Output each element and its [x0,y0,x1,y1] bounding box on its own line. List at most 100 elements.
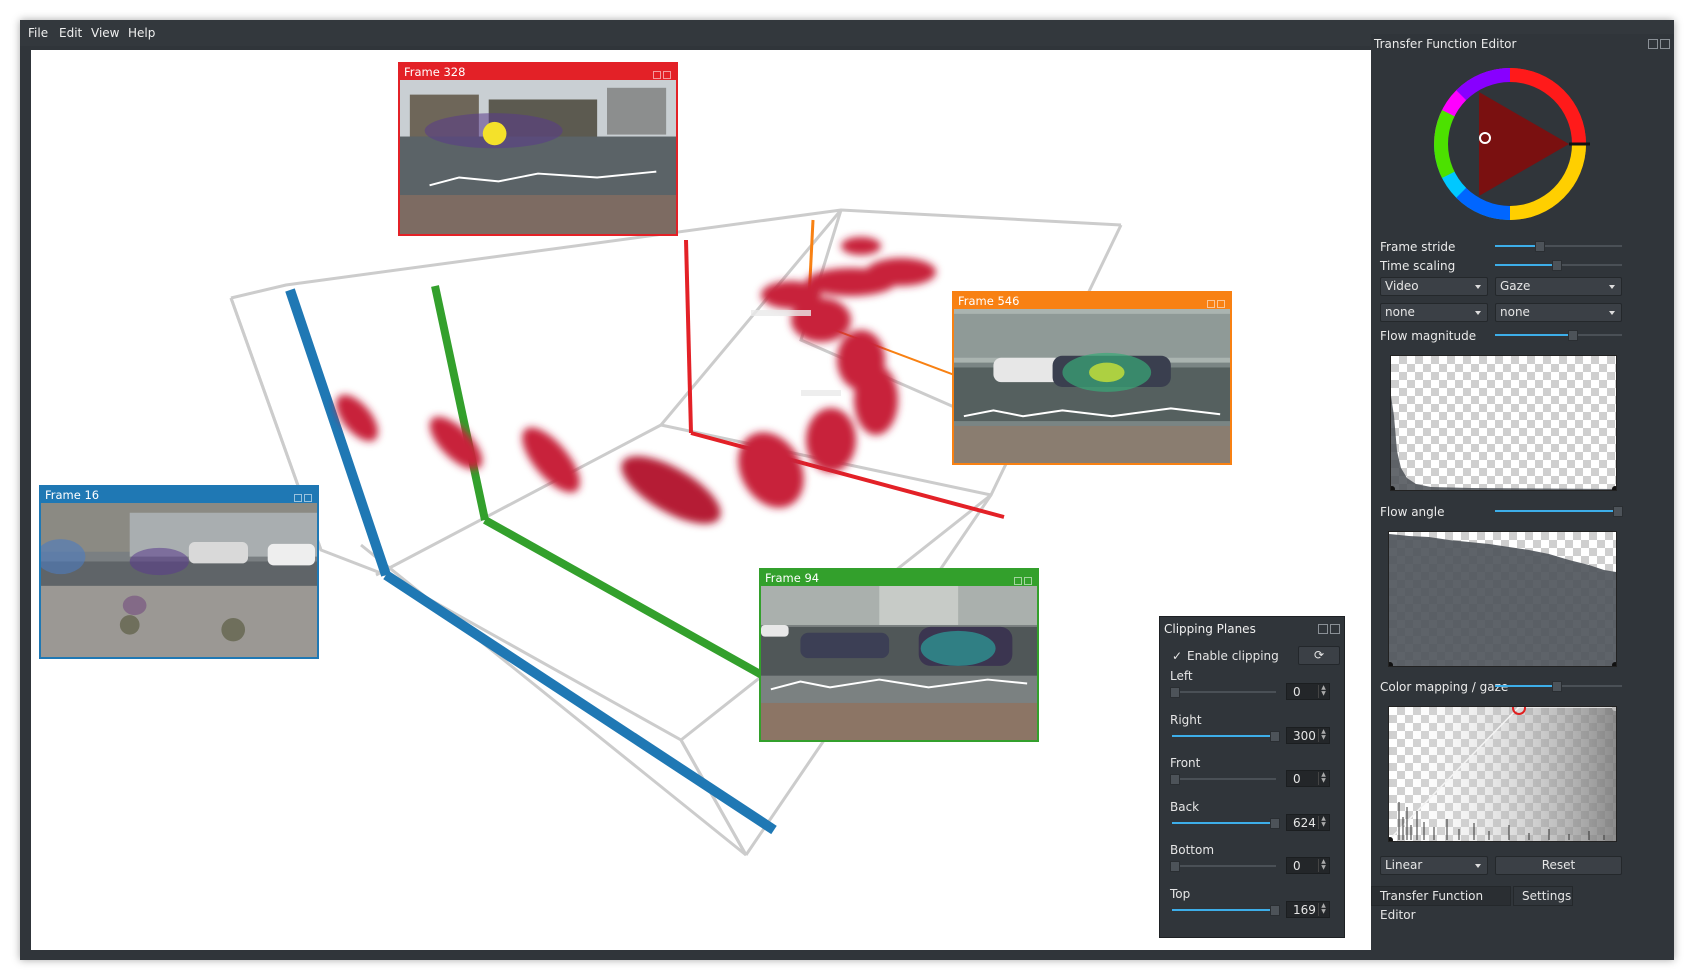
channel-select-1[interactable]: Video [1380,277,1488,296]
flow-angle-slider[interactable] [1495,506,1623,517]
frame-title-bar[interactable]: Frame 546 [954,293,1230,309]
enable-clipping-checkbox[interactable]: ✓ Enable clipping [1172,649,1279,663]
spin-arrows-icon[interactable]: ▲ ▼ [1318,815,1328,829]
float-icon[interactable] [1207,300,1215,308]
float-icon[interactable] [1648,39,1658,49]
frame-window-94[interactable]: Frame 94 [759,568,1039,742]
clip-row-front: Front 0 ▲ ▼ [1170,756,1340,800]
menu-edit[interactable]: Edit [59,26,82,40]
tab-settings[interactable]: Settings [1513,886,1573,906]
window-buttons [1012,573,1034,585]
slider-handle[interactable] [1551,681,1562,692]
frame-title-bar[interactable]: Frame 328 [400,64,676,80]
menu-help[interactable]: Help [128,26,155,40]
chevron-down-icon [1609,311,1615,315]
clip-slider[interactable] [1172,904,1280,916]
spin-arrows-icon[interactable]: ▲ ▼ [1318,902,1328,916]
clip-spinbox[interactable]: 624 ▲ ▼ [1286,813,1330,831]
slider-handle[interactable] [1612,506,1623,517]
slider-handle[interactable] [1170,687,1180,698]
flow-magnitude-histogram[interactable] [1390,355,1617,491]
spin-arrows-icon[interactable]: ▲ ▼ [1318,859,1328,872]
frame-title-bar[interactable]: Frame 94 [761,570,1037,586]
histogram-plot [1389,534,1616,666]
frame-stride-slider[interactable] [1495,241,1622,252]
video-frame-image [41,503,317,657]
slider-handle[interactable] [1551,260,1562,271]
slider-handle[interactable] [1170,774,1180,785]
clip-spinbox[interactable]: 0 ▲ ▼ [1286,770,1330,787]
close-icon[interactable] [1330,624,1340,634]
slider-handle[interactable] [1270,904,1280,916]
video-frame-image [761,586,1037,740]
spinbox-value: 169 [1293,902,1316,917]
flow-magnitude-label: Flow magnitude [1380,329,1477,343]
clip-row-bottom: Bottom 0 ▲ ▼ [1170,843,1340,887]
clip-label: Bottom [1170,843,1215,857]
close-icon[interactable] [1024,577,1032,585]
spin-arrows-icon[interactable]: ▲ ▼ [1318,685,1328,698]
close-icon[interactable] [1660,39,1670,49]
clipping-planes-panel: Clipping Planes ✓ Enable clipping ⟳ Left 0… [1159,616,1345,938]
slider-fill [1172,734,1276,737]
float-icon[interactable] [653,71,661,79]
application-window: File Edit View Help Frame 328 Frame 546 … [20,20,1674,960]
slider-fill [1495,510,1617,512]
time-scaling-slider[interactable] [1495,260,1622,271]
slider-handle[interactable] [1270,730,1280,742]
clip-row-back: Back 624 ▲ ▼ [1170,800,1340,844]
clip-spinbox[interactable]: 300 ▲ ▼ [1286,726,1330,744]
spinbox-value: 0 [1293,685,1301,699]
frame-window-328[interactable]: Frame 328 [398,62,678,236]
clip-slider[interactable] [1170,774,1276,785]
color-mapping-slider[interactable] [1495,681,1622,692]
slider-handle[interactable] [1535,241,1546,252]
spinbox-value: 0 [1293,859,1301,873]
close-icon[interactable] [1217,300,1225,308]
menu-view[interactable]: View [91,26,119,40]
flow-angle-label: Flow angle [1380,505,1445,519]
slider-handle[interactable] [1568,330,1579,341]
clip-spinbox[interactable]: 0 ▲ ▼ [1286,683,1330,700]
interpolation-select[interactable]: Linear [1380,856,1488,875]
spinbox-value: 624 [1293,815,1316,830]
menu-file[interactable]: File [28,26,48,40]
spin-arrows-icon[interactable]: ▲ ▼ [1318,728,1328,742]
clip-slider[interactable] [1170,687,1276,698]
tab-transfer-function-editor[interactable]: Transfer Function Editor [1371,886,1511,922]
checkbox-label: Enable clipping [1187,649,1279,663]
channel-select-3[interactable]: none [1380,303,1488,322]
time-scaling-label: Time scaling [1380,259,1456,273]
frame-title-bar[interactable]: Frame 16 [41,487,317,503]
flow-magnitude-slider[interactable] [1495,330,1622,341]
clip-row-left: Left 0 ▲ ▼ [1170,669,1340,713]
float-icon[interactable] [1318,624,1328,634]
float-icon[interactable] [1014,577,1022,585]
float-icon[interactable] [294,494,302,502]
channel-select-4[interactable]: none [1495,303,1622,322]
flow-angle-histogram[interactable] [1388,531,1617,667]
clip-slider[interactable] [1172,817,1280,829]
select-value: Gaze [1500,279,1531,293]
spin-arrows-icon[interactable]: ▲ ▼ [1318,772,1328,785]
color-wheel-picker[interactable] [1430,64,1590,224]
reset-button[interactable]: Reset [1495,856,1622,875]
close-icon[interactable] [663,71,671,79]
clip-spinbox[interactable]: 169 ▲ ▼ [1286,900,1330,918]
slider-handle[interactable] [1270,817,1280,829]
reset-clipping-button[interactable]: ⟳ [1298,646,1340,665]
frame-window-16[interactable]: Frame 16 [39,485,319,659]
color-mapping-editor[interactable] [1388,706,1617,842]
color-mapping-label: Color mapping / gaze [1380,680,1509,694]
clip-slider[interactable] [1170,861,1276,872]
clip-spinbox[interactable]: 0 ▲ ▼ [1286,857,1330,874]
channel-select-2[interactable]: Gaze [1495,277,1622,296]
close-icon[interactable] [304,494,312,502]
select-value: Video [1385,279,1419,293]
clip-label: Right [1170,712,1202,727]
slider-fill [1495,264,1556,266]
slider-handle[interactable] [1170,861,1180,872]
video-frame-image [954,309,1230,463]
clip-slider[interactable] [1172,730,1280,742]
frame-window-546[interactable]: Frame 546 [952,291,1232,465]
